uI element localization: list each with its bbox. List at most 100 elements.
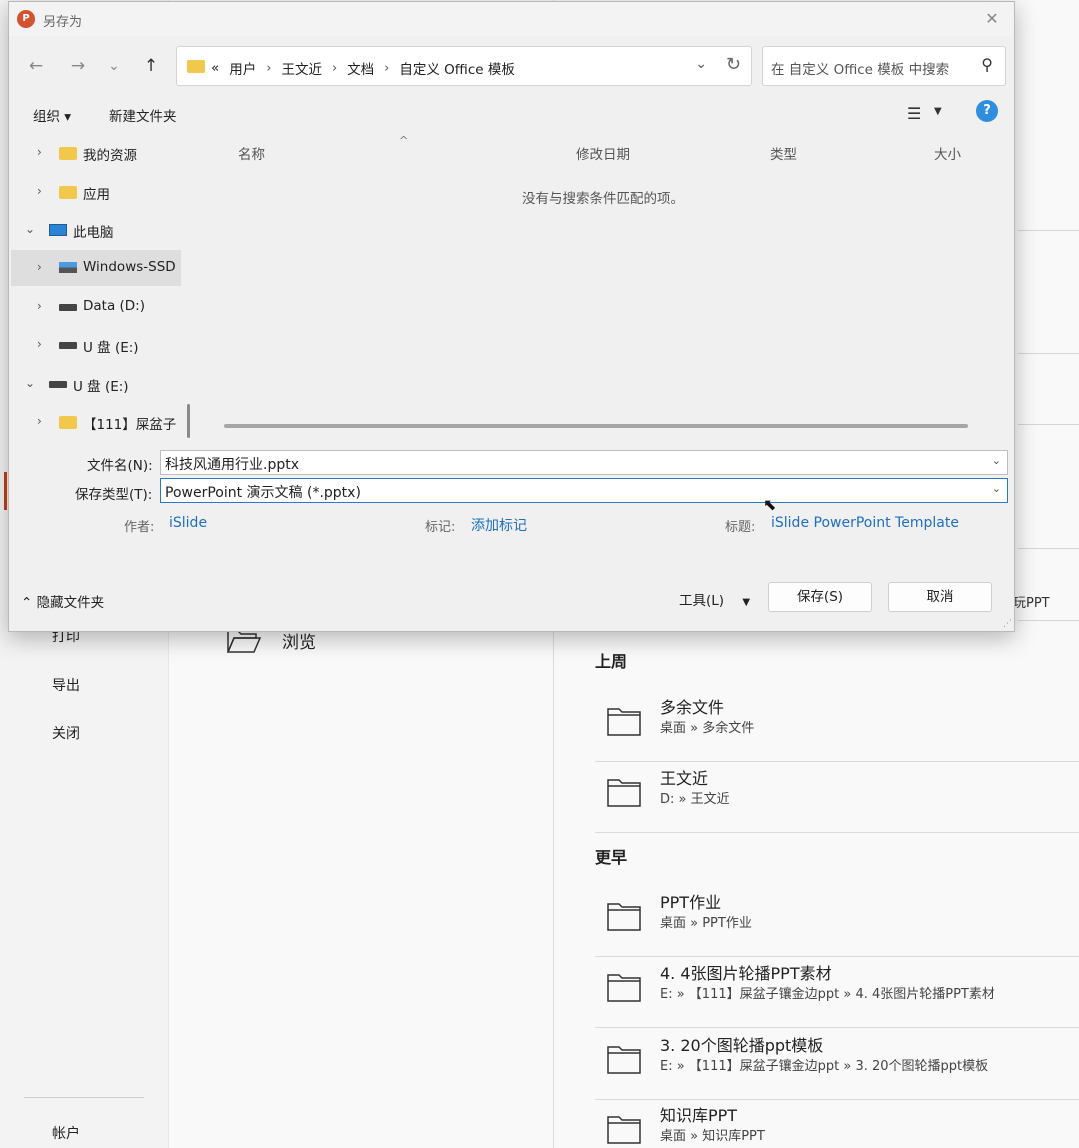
breadcrumb-separator: › — [384, 60, 390, 76]
chevron-right-icon[interactable]: › — [37, 184, 42, 198]
tags-label: 标记: — [425, 520, 456, 535]
tree-item-windows-ssd[interactable]: › Windows-SSD — [11, 250, 181, 286]
tree-item-label: Windows-SSD — [83, 259, 176, 275]
filetype-label: 保存类型(T): — [75, 487, 153, 503]
nav-export[interactable]: 导出 — [52, 675, 80, 695]
tree-item-111-folder[interactable]: › 【111】屎盆子 — [11, 404, 181, 438]
recent-folder-item[interactable]: PPT作业 桌面 » PPT作业 — [595, 887, 1079, 957]
column-type[interactable]: 类型 — [770, 143, 797, 163]
back-arrow-icon[interactable]: ← — [23, 54, 49, 78]
recent-folder-item[interactable]: 王文近 D: » 王文近 — [595, 763, 1079, 833]
folder-name: PPT作业 — [660, 893, 722, 912]
save-button[interactable]: 保存(S) — [768, 582, 872, 612]
tree-item-label: 应用 — [83, 187, 110, 203]
folder-path: 桌面 » 多余文件 — [660, 721, 755, 736]
tree-item-usb-e-expanded[interactable]: ⌄ U 盘 (E:) — [11, 366, 181, 402]
chevron-down-icon[interactable]: ⌄ — [25, 222, 35, 236]
filename-value: 科技风通用行业.pptx — [165, 457, 299, 473]
chevron-down-icon[interactable]: ⌄ — [992, 454, 1001, 467]
powerpoint-icon: P — [17, 10, 35, 28]
search-icon[interactable]: ⚲ — [981, 55, 993, 74]
address-dropdown-chevron-icon[interactable]: ⌄ — [695, 56, 707, 72]
chevron-right-icon[interactable]: › — [37, 145, 42, 159]
save-as-dialog: P 另存为 ✕ ← → ⌄ ↑ « 用户 › 王文近 › 文档 › 自定义 Of… — [8, 1, 1015, 632]
recent-folder-item[interactable]: 多余文件 桌面 » 多余文件 — [595, 692, 1079, 762]
tree-item-this-pc[interactable]: ⌄ 此电脑 — [11, 212, 181, 248]
tree-item-apps[interactable]: › 应用 — [11, 174, 181, 210]
title-value[interactable]: iSlide PowerPoint Template — [771, 515, 959, 531]
breadcrumb-overflow[interactable]: « — [211, 60, 219, 76]
system-drive-icon — [59, 262, 77, 273]
breadcrumb-item[interactable]: 自定义 Office 模板 — [399, 58, 515, 78]
folder-icon — [607, 974, 641, 1002]
recent-folder-item[interactable]: 3. 20个图轮播ppt模板 E: » 【111】屎盆子镶金边ppt » 3. … — [595, 1030, 1079, 1100]
filename-input[interactable]: 科技风通用行业.pptx ⌄ — [160, 450, 1008, 475]
section-earlier: 更早 — [595, 848, 628, 867]
tools-menu-button[interactable]: 工具(L) ▼ — [679, 589, 750, 609]
new-folder-button[interactable]: 新建文件夹 — [109, 105, 177, 125]
nav-divider — [24, 1097, 144, 1098]
tree-item-data-d[interactable]: › Data (D:) — [11, 289, 181, 325]
refresh-icon[interactable]: ↻ — [726, 54, 741, 75]
recent-folder-item[interactable]: 4. 4张图片轮播PPT素材 E: » 【111】屎盆子镶金边ppt » 4. … — [595, 958, 1079, 1028]
filetype-value: PowerPoint 演示文稿 (*.pptx) — [165, 485, 361, 501]
close-icon[interactable]: ✕ — [980, 8, 1004, 30]
tags-value[interactable]: 添加标记 — [471, 515, 527, 535]
empty-state-message: 没有与搜索条件匹配的项。 — [522, 191, 684, 207]
mouse-cursor-icon: ⬉ — [763, 495, 777, 514]
address-bar[interactable]: « 用户 › 王文近 › 文档 › 自定义 Office 模板 ⌄ ↻ — [176, 46, 752, 86]
computer-icon — [49, 224, 67, 236]
chevron-right-icon[interactable]: › — [37, 337, 42, 351]
tree-item-label: 【111】屎盆子 — [83, 417, 177, 433]
nav-close[interactable]: 关闭 — [52, 723, 80, 743]
drive-icon — [59, 304, 77, 311]
navigation-tree: › 我的资源 › 应用 ⌄ 此电脑 › Windows-SSD › Data (… — [11, 134, 191, 438]
author-value[interactable]: iSlide — [169, 515, 207, 531]
folder-name: 多余文件 — [660, 698, 725, 717]
chevron-right-icon[interactable]: › — [37, 299, 42, 313]
tree-item-label: U 盘 (E:) — [83, 340, 139, 356]
sort-ascending-icon: ^ — [399, 134, 409, 147]
chevron-down-icon[interactable]: ⌄ — [25, 376, 35, 390]
view-options-icon[interactable]: ☰ — [907, 104, 921, 123]
folder-icon — [607, 903, 641, 931]
filetype-select[interactable]: PowerPoint 演示文稿 (*.pptx) ⌄ — [160, 478, 1008, 503]
hide-folders-toggle[interactable]: ⌃ 隐藏文件夹 — [21, 591, 104, 611]
recent-locations-chevron-icon[interactable]: ⌄ — [101, 54, 127, 78]
tools-dropdown-icon: ▼ — [742, 597, 751, 608]
column-modified[interactable]: 修改日期 — [576, 143, 630, 163]
folder-path: 桌面 » PPT作业 — [660, 916, 752, 931]
tree-item-label: U 盘 (E:) — [73, 379, 129, 395]
tree-item-usb-e[interactable]: › U 盘 (E:) — [11, 327, 181, 363]
recent-folder-item[interactable]: 知识库PPT 桌面 » 知识库PPT — [595, 1100, 1079, 1148]
breadcrumb-separator: › — [331, 60, 338, 76]
folder-name: 4. 4张图片轮播PPT素材 — [660, 964, 832, 983]
up-arrow-icon[interactable]: ↑ — [138, 54, 164, 78]
breadcrumb-item[interactable]: 用户 — [229, 58, 256, 78]
drive-icon — [59, 342, 77, 349]
help-icon[interactable]: ? — [976, 100, 998, 122]
author-label: 作者: — [124, 520, 155, 535]
chevron-right-icon[interactable]: › — [37, 414, 42, 428]
breadcrumb-item[interactable]: 王文近 — [281, 58, 322, 78]
nav-account[interactable]: 帐户 — [52, 1123, 80, 1143]
view-dropdown-icon[interactable]: ▼ — [934, 106, 942, 117]
divider — [1018, 548, 1079, 549]
column-size[interactable]: 大小 — [934, 143, 961, 163]
chevron-down-icon[interactable]: ⌄ — [992, 482, 1001, 495]
tree-item-my-resources[interactable]: › 我的资源 — [11, 135, 181, 171]
forward-arrow-icon[interactable]: → — [65, 54, 91, 78]
horizontal-scrollbar[interactable] — [224, 424, 968, 428]
search-input[interactable]: 在 自定义 Office 模板 中搜索 ⚲ — [762, 46, 1006, 86]
dialog-title: 另存为 — [43, 15, 83, 30]
tree-scrollbar[interactable] — [187, 404, 190, 438]
dialog-toolbar: 组织 ▾ 新建文件夹 ☰ ▼ ? — [9, 98, 1014, 130]
dialog-titlebar[interactable]: P 另存为 ✕ — [9, 2, 1014, 36]
column-name[interactable]: 名称 — [238, 143, 265, 163]
cancel-button[interactable]: 取消 — [888, 582, 992, 612]
organize-button[interactable]: 组织 ▾ — [33, 105, 71, 125]
breadcrumb-item[interactable]: 文档 — [347, 58, 374, 78]
resize-grip-icon[interactable]: ⋰ — [1003, 619, 1012, 629]
chevron-right-icon[interactable]: › — [37, 260, 42, 274]
folder-icon — [607, 1116, 641, 1144]
